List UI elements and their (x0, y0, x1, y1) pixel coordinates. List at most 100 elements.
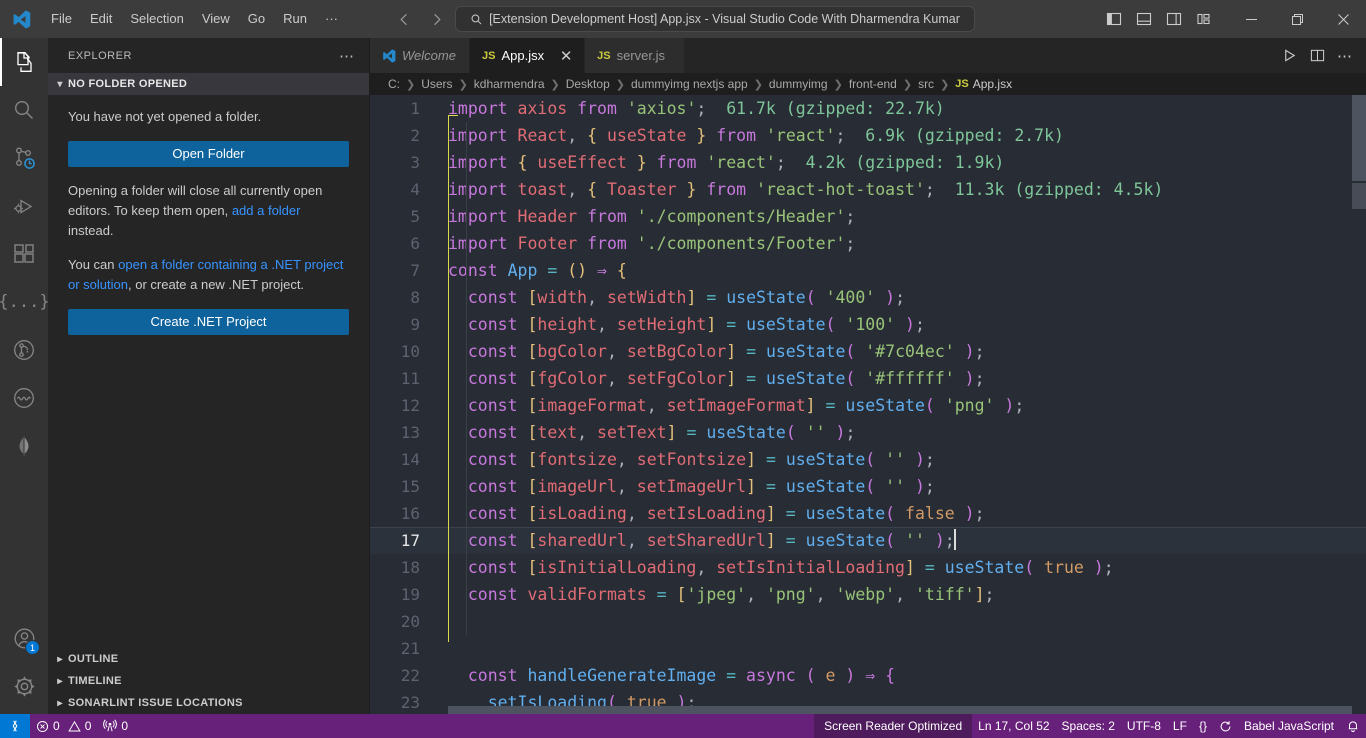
code-line-text: import Header from './components/Header'… (448, 207, 856, 226)
sidebar-item-mongodb[interactable] (0, 422, 48, 470)
chevron-down-icon: ▾ (57, 78, 63, 90)
code-line-10[interactable]: 10 const [bgColor, setBgColor] = useStat… (370, 338, 1366, 365)
code-line-7[interactable]: 7 const App = () ⇒ { (370, 257, 1366, 284)
window-restore-button[interactable] (1274, 0, 1320, 38)
sidebar-item-git-graph[interactable] (0, 326, 48, 374)
remote-window-button[interactable] (0, 714, 30, 738)
dotnet-message-post: , or create a new .NET project. (127, 277, 305, 292)
outline-section[interactable]: ▸ OUTLINE (48, 648, 369, 670)
menu-view[interactable]: View (194, 7, 238, 31)
tab-server-js[interactable]: JS server.js (585, 38, 686, 73)
source-control-history-icon (16, 147, 35, 169)
sidebar-item-sonarlint[interactable] (0, 374, 48, 422)
title-bar-right (1100, 0, 1366, 38)
split-editor-icon[interactable] (1304, 43, 1330, 69)
menu-file[interactable]: File (43, 7, 80, 31)
code-line-9[interactable]: 9 const [height, setHeight] = useState( … (370, 311, 1366, 338)
eol-status[interactable]: LF (1167, 714, 1193, 738)
add-a-folder-link[interactable]: add a folder (232, 203, 301, 218)
language-mode-status[interactable]: Babel JavaScript (1238, 714, 1340, 738)
breadcrumb-item-5[interactable]: dummyimg (769, 77, 828, 91)
breadcrumb-item-6[interactable]: front-end (849, 77, 897, 91)
manage-settings-button[interactable] (0, 662, 48, 710)
code-line-21[interactable]: 21 (370, 635, 1366, 662)
code-line-17[interactable]: 17 const [sharedUrl, setSharedUrl] = use… (370, 527, 1366, 554)
code-line-3[interactable]: 3 import { useEffect } from 'react'; 4.2k… (370, 149, 1366, 176)
accounts-button[interactable]: 1 (0, 614, 48, 662)
problems-status[interactable]: 0 0 (30, 714, 97, 738)
close-icon[interactable]: ✕ (558, 47, 574, 65)
toggle-secondary-sidebar-icon[interactable] (1160, 5, 1188, 33)
timeline-section[interactable]: ▸ TIMELINE (48, 670, 369, 692)
editor-scrollbar-slider-secondary[interactable] (1352, 183, 1366, 209)
code-line-8[interactable]: 8 const [width, setWidth] = useState( '4… (370, 284, 1366, 311)
menu-selection[interactable]: Selection (122, 7, 191, 31)
ports-status[interactable]: 0 (97, 714, 134, 738)
window-minimize-button[interactable] (1228, 0, 1274, 38)
play-icon[interactable] (1276, 43, 1302, 69)
code-line-12[interactable]: 12 const [imageFormat, setImageFormat] =… (370, 392, 1366, 419)
menu-run[interactable]: Run (275, 7, 315, 31)
code-line-20[interactable]: 20 (370, 608, 1366, 635)
activity-bar: {...} 1 (0, 38, 50, 714)
code-line-22[interactable]: 22 const handleGenerateImage = async ( e… (370, 662, 1366, 689)
breadcrumb-item-0[interactable]: C: (388, 77, 400, 91)
menu-edit[interactable]: Edit (82, 7, 120, 31)
code-line-16[interactable]: 16 const [isLoading, setIsLoading] = use… (370, 500, 1366, 527)
code-editor[interactable]: 1 import axios from 'axios'; 61.7k (gzipp… (370, 95, 1366, 714)
code-line-11[interactable]: 11 const [fgColor, setFgColor] = useStat… (370, 365, 1366, 392)
no-folder-opened-section[interactable]: ▾ NO FOLDER OPENED (48, 73, 369, 95)
menu-go[interactable]: Go (240, 7, 273, 31)
editor-actions: ⋯ (1276, 38, 1366, 73)
tab-app-jsx[interactable]: JS App.jsx ✕ (470, 38, 586, 73)
sidebar-item-explorer[interactable] (0, 38, 48, 86)
customize-layout-icon[interactable] (1190, 5, 1218, 33)
sonarlint-issues-section[interactable]: ▸ SONARLINT ISSUE LOCATIONS (48, 692, 369, 714)
code-lines[interactable]: 1 import axios from 'axios'; 61.7k (gzipp… (370, 95, 1366, 714)
indentation-status[interactable]: Spaces: 2 (1056, 714, 1121, 738)
code-line-1[interactable]: 1 import axios from 'axios'; 61.7k (gzipp… (370, 95, 1366, 122)
editor-scrollbar-slider[interactable] (1352, 95, 1366, 181)
breadcrumb-item-3[interactable]: Desktop (566, 77, 610, 91)
code-line-2[interactable]: 2 import React, { useState } from 'react'… (370, 122, 1366, 149)
sidebar-item-source-control[interactable] (0, 134, 48, 182)
ellipsis-icon[interactable]: ⋯ (1332, 43, 1358, 69)
tab-welcome[interactable]: Welcome (370, 38, 470, 73)
breadcrumb-item-8[interactable]: App.jsx (973, 77, 1012, 91)
editor-horizontal-scrollbar[interactable] (448, 706, 1352, 714)
notifications-bell-icon[interactable] (1340, 714, 1366, 738)
code-line-13[interactable]: 13 const [text, setText] = useState( '' … (370, 419, 1366, 446)
sidebar-item-extensions[interactable] (0, 230, 48, 278)
window-close-button[interactable] (1320, 0, 1366, 38)
sidebar-item-search[interactable] (0, 86, 48, 134)
menu-more[interactable]: ··· (317, 7, 346, 31)
screen-reader-status[interactable]: Screen Reader Optimized (814, 714, 973, 738)
breadcrumb-item-1[interactable]: Users (421, 77, 452, 91)
breadcrumb-item-7[interactable]: src (918, 77, 934, 91)
command-center-search[interactable]: [Extension Development Host] App.jsx - V… (455, 6, 975, 32)
arrow-left-icon[interactable] (391, 6, 417, 32)
sidebar-item-json-tools[interactable]: {...} (0, 278, 50, 326)
code-line-15[interactable]: 15 const [imageUrl, setImageUrl] = useSt… (370, 473, 1366, 500)
arrow-right-icon[interactable] (423, 6, 449, 32)
code-line-4[interactable]: 4 import toast, { Toaster } from 'react-h… (370, 176, 1366, 203)
encoding-status[interactable]: UTF-8 (1121, 714, 1167, 738)
code-line-19[interactable]: 19 const validFormats = ['jpeg', 'png', … (370, 581, 1366, 608)
breadcrumb-item-4[interactable]: dummyimg nextjs app (631, 77, 748, 91)
breadcrumb-separator: ❯ (902, 78, 913, 91)
create-dotnet-project-button[interactable]: Create .NET Project (68, 309, 349, 335)
sidebar-item-run-and-debug[interactable] (0, 182, 48, 230)
code-line-14[interactable]: 14 const [fontsize, setFontsize] = useSt… (370, 446, 1366, 473)
text-cursor (953, 529, 956, 550)
braces-status[interactable]: {} (1193, 714, 1213, 738)
open-folder-button[interactable]: Open Folder (68, 141, 349, 167)
code-line-5[interactable]: 5 import Header from './components/Header… (370, 203, 1366, 230)
cursor-position-status[interactable]: Ln 17, Col 52 (972, 714, 1055, 738)
ellipsis-icon[interactable]: ⋯ (333, 47, 361, 65)
code-line-6[interactable]: 6 import Footer from './components/Footer… (370, 230, 1366, 257)
sync-icon[interactable] (1213, 714, 1238, 738)
breadcrumb-item-2[interactable]: kdharmendra (474, 77, 545, 91)
toggle-panel-icon[interactable] (1130, 5, 1158, 33)
toggle-primary-sidebar-icon[interactable] (1100, 5, 1128, 33)
code-line-18[interactable]: 18 const [isInitialLoading, setIsInitial… (370, 554, 1366, 581)
